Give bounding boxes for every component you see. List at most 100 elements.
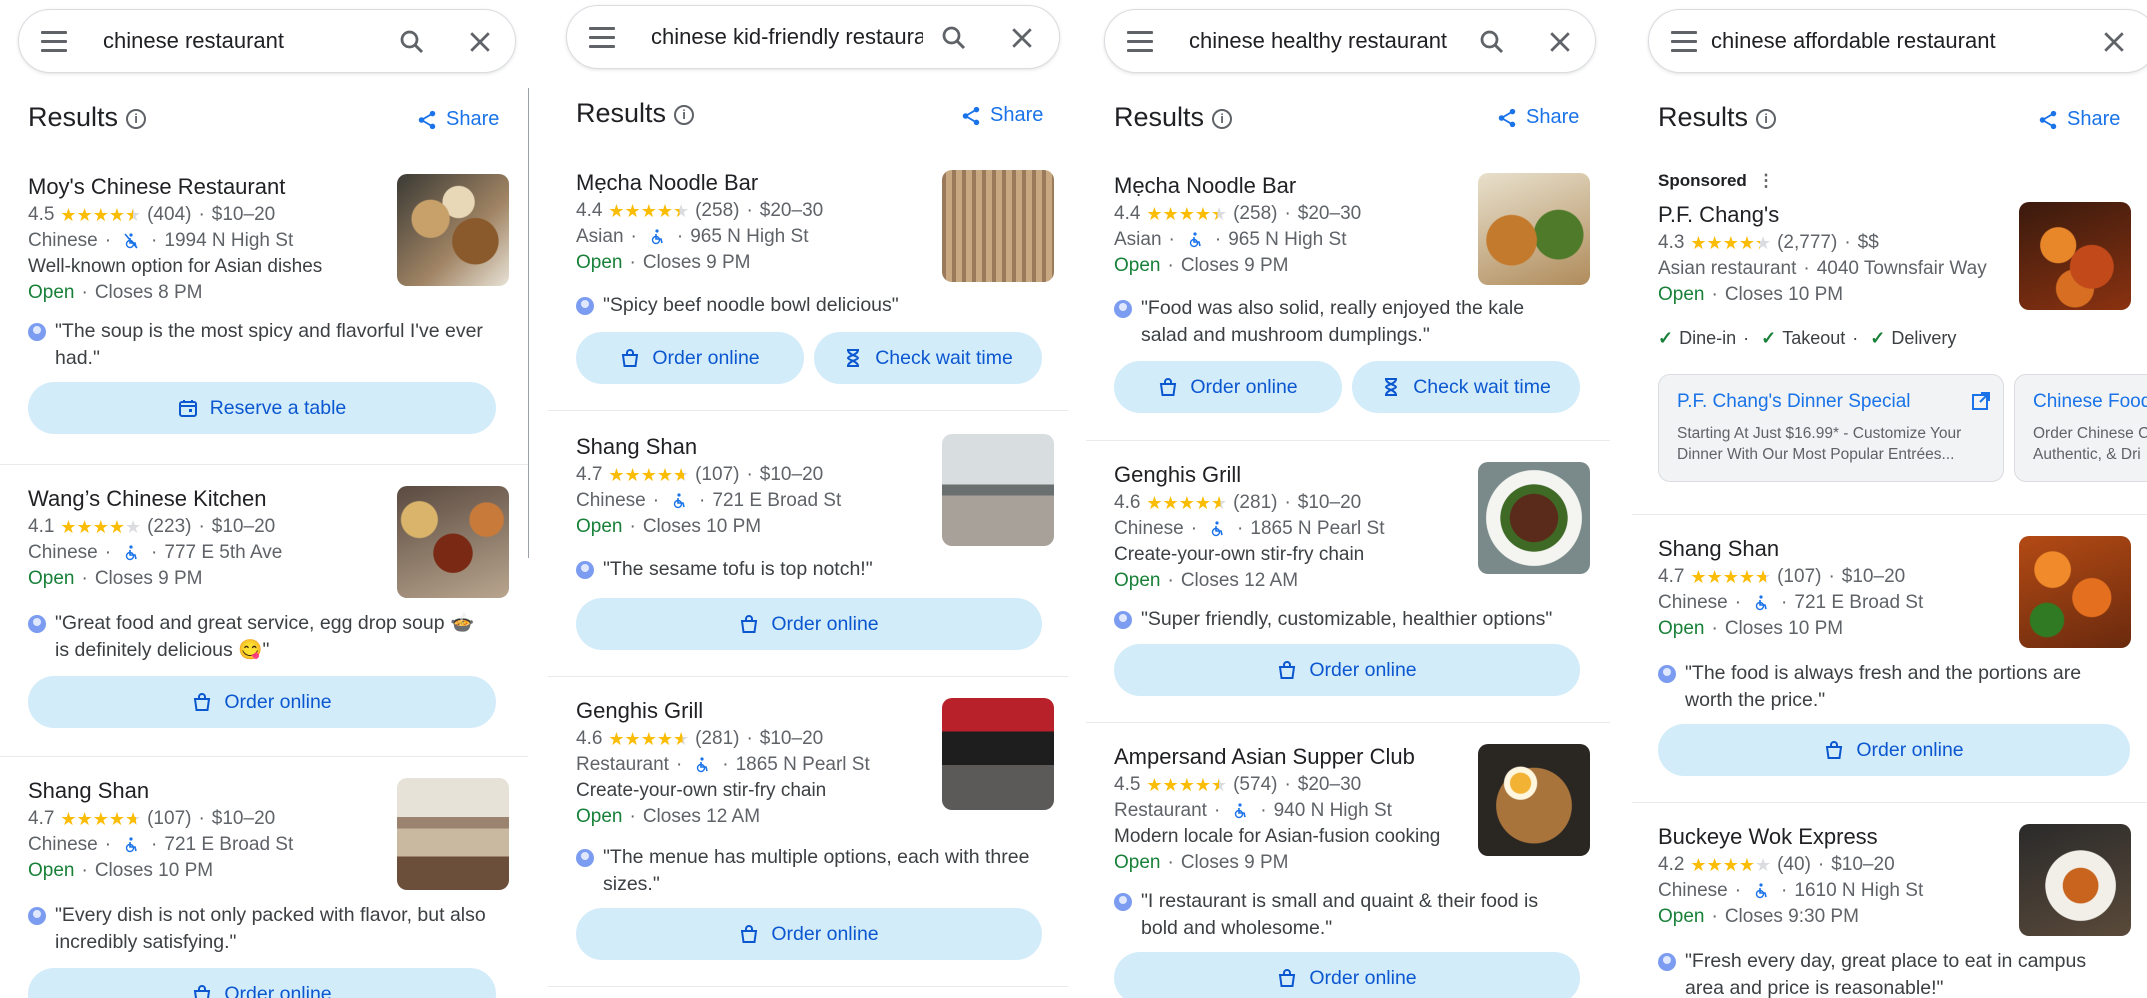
review-count: (574) bbox=[1233, 774, 1278, 795]
place-name[interactable]: Shang Shan bbox=[1658, 536, 1779, 562]
place-photo[interactable] bbox=[397, 486, 509, 598]
hours-row: Open · Closes 12 AM bbox=[576, 806, 761, 827]
ad-card[interactable]: P.F. Chang's Dinner Special Starting At … bbox=[1658, 374, 2004, 482]
place-name[interactable]: Wang’s Chinese Kitchen bbox=[28, 486, 266, 512]
wheelchair-icon bbox=[651, 229, 663, 245]
info-icon[interactable]: i bbox=[126, 109, 147, 129]
close-icon[interactable] bbox=[1007, 23, 1037, 53]
check-wait-time-button[interactable]: Check wait time bbox=[1352, 361, 1580, 413]
place-photo[interactable] bbox=[397, 174, 509, 286]
list-item[interactable]: Mẹcha Noodle Bar 4.4 ★★★★★ (258) · $20–30 As… bbox=[1086, 173, 1610, 441]
order-online-button[interactable]: Order online bbox=[28, 676, 496, 728]
place-photo[interactable] bbox=[1478, 462, 1590, 574]
category-row: Asian · · 965 N High St bbox=[576, 226, 809, 247]
reviewer-avatar bbox=[1114, 893, 1132, 911]
search-icon[interactable] bbox=[1477, 27, 1507, 57]
search-input[interactable]: chinese kid-friendly restaurar bbox=[651, 24, 923, 50]
closing-time: Closes 12 AM bbox=[1180, 570, 1299, 591]
menu-icon[interactable] bbox=[41, 31, 67, 53]
search-input[interactable]: chinese affordable restaurant bbox=[1711, 28, 2041, 54]
price-range: $20–30 bbox=[759, 200, 824, 221]
place-name[interactable]: P.F. Chang's bbox=[1658, 202, 1779, 228]
list-item[interactable]: Ampersand Asian Supper Club 4.5 ★★★★★ (574… bbox=[1086, 744, 1610, 998]
category: Restaurant bbox=[1114, 800, 1207, 821]
place-photo[interactable] bbox=[2019, 824, 2131, 936]
ad-title[interactable]: Chinese Food bbox=[2033, 391, 2147, 413]
list-item[interactable]: Buckeye Wok Express 4.2 ★★★★★ (40) · $10–20 … bbox=[1632, 824, 2147, 998]
place-name[interactable]: Genghis Grill bbox=[1114, 462, 1241, 488]
close-icon[interactable] bbox=[465, 27, 495, 57]
order-online-button[interactable]: Order online bbox=[1114, 644, 1580, 696]
review-snippet: "Super friendly, customizable, healthier… bbox=[1114, 606, 1574, 633]
place-photo[interactable] bbox=[942, 698, 1054, 810]
menu-icon[interactable] bbox=[1671, 31, 1697, 53]
results-panel-2: chinese kid-friendly restaurar Results i … bbox=[548, 0, 1068, 998]
list-item[interactable]: Wang’s Chinese Kitchen 4.1 ★★★★★ (223) · $10… bbox=[0, 486, 528, 756]
place-name[interactable]: Shang Shan bbox=[28, 778, 149, 804]
search-input[interactable]: chinese restaurant bbox=[103, 28, 373, 54]
info-icon[interactable]: i bbox=[1756, 109, 1777, 129]
order-online-button[interactable]: Order online bbox=[1658, 724, 2130, 776]
menu-icon[interactable] bbox=[1127, 31, 1153, 53]
close-icon[interactable] bbox=[2099, 27, 2129, 57]
close-icon[interactable] bbox=[1545, 27, 1575, 57]
order-online-button[interactable]: Order online bbox=[28, 968, 496, 998]
order-online-button[interactable]: Order online bbox=[576, 908, 1042, 960]
list-item[interactable]: Genghis Grill 4.6 ★★★★★ (281) · $10–20 Chine… bbox=[1086, 462, 1610, 720]
ad-card[interactable]: Chinese Food Order Chinese C Authentic, &… bbox=[2014, 374, 2147, 482]
shopping-bag-icon bbox=[1279, 969, 1296, 987]
sponsored-item[interactable]: Sponsored ⋮ P.F. Chang's 4.3 ★★★★★ (2,777)… bbox=[1632, 170, 2147, 510]
share-button[interactable]: Share bbox=[1496, 106, 1579, 129]
more-options-icon[interactable]: ⋮ bbox=[1758, 171, 1775, 190]
list-item[interactable]: Shang Shan 4.7 ★★★★★ (107) · $10–20 Chinese ·… bbox=[1632, 536, 2147, 806]
button-label: Order online bbox=[771, 612, 879, 635]
search-icon[interactable] bbox=[939, 23, 969, 53]
place-photo[interactable] bbox=[1478, 173, 1590, 285]
divider bbox=[1632, 802, 2147, 803]
place-photo[interactable] bbox=[2019, 536, 2131, 648]
search-box[interactable]: chinese affordable restaurant bbox=[1648, 9, 2147, 73]
search-input[interactable]: chinese healthy restaurant bbox=[1189, 28, 1459, 54]
info-icon[interactable]: i bbox=[674, 105, 695, 125]
share-button[interactable]: Share bbox=[960, 104, 1043, 127]
list-item[interactable]: Shang Shan 4.7 ★★★★★ (107) · $10–20 Chinese ·… bbox=[548, 434, 1068, 674]
order-online-button[interactable]: Order online bbox=[1114, 952, 1580, 998]
place-photo[interactable] bbox=[397, 778, 509, 890]
list-item[interactable]: Moy's Chinese Restaurant 4.5 ★★★★★ (404) · $… bbox=[0, 174, 528, 464]
info-icon[interactable]: i bbox=[1212, 109, 1233, 129]
place-name[interactable]: Genghis Grill bbox=[576, 698, 703, 724]
place-name[interactable]: Moy's Chinese Restaurant bbox=[28, 174, 285, 200]
place-name[interactable]: Mẹcha Noodle Bar bbox=[576, 170, 758, 196]
order-online-button[interactable]: Order online bbox=[1114, 361, 1342, 413]
open-status: Open bbox=[1114, 570, 1161, 591]
address: 4040 Townsfair Way bbox=[1816, 258, 1987, 279]
place-photo[interactable] bbox=[942, 434, 1054, 546]
place-photo[interactable] bbox=[942, 170, 1054, 282]
list-item[interactable]: Shang Shan 4.7 ★★★★★ (107) · $10–20 Chinese ·… bbox=[0, 778, 528, 998]
share-button[interactable]: Share bbox=[2037, 108, 2120, 131]
place-name[interactable]: Mẹcha Noodle Bar bbox=[1114, 173, 1296, 199]
search-box[interactable]: chinese kid-friendly restaurar bbox=[566, 5, 1060, 69]
wheelchair-icon bbox=[1211, 521, 1223, 537]
search-icon[interactable] bbox=[397, 27, 427, 57]
review-snippet: "The food is always fresh and the portio… bbox=[1658, 660, 2128, 714]
check-wait-time-button[interactable]: Check wait time bbox=[814, 332, 1042, 384]
search-box[interactable]: chinese healthy restaurant bbox=[1104, 9, 1596, 73]
place-name[interactable]: Buckeye Wok Express bbox=[1658, 824, 1878, 850]
place-name[interactable]: Shang Shan bbox=[576, 434, 697, 460]
reviewer-avatar bbox=[1658, 665, 1676, 683]
review-count: (107) bbox=[1777, 566, 1822, 587]
order-online-button[interactable]: Order online bbox=[576, 332, 804, 384]
place-name[interactable]: Ampersand Asian Supper Club bbox=[1114, 744, 1415, 770]
order-online-button[interactable]: Order online bbox=[576, 598, 1042, 650]
divider bbox=[1086, 722, 1610, 723]
place-photo[interactable] bbox=[1478, 744, 1590, 856]
reserve-table-button[interactable]: Reserve a table bbox=[28, 382, 496, 434]
share-button[interactable]: Share bbox=[416, 108, 499, 131]
list-item[interactable]: Mẹcha Noodle Bar 4.4 ★★★★★ (258) · $20–30 As… bbox=[548, 170, 1068, 410]
list-item[interactable]: Genghis Grill 4.6 ★★★★★ (281) · $10–20 Resta… bbox=[548, 698, 1068, 998]
search-box[interactable]: chinese restaurant bbox=[18, 9, 516, 73]
menu-icon[interactable] bbox=[589, 27, 615, 49]
ad-title[interactable]: P.F. Chang's Dinner Special bbox=[1677, 391, 1911, 413]
place-photo[interactable] bbox=[2019, 202, 2131, 310]
